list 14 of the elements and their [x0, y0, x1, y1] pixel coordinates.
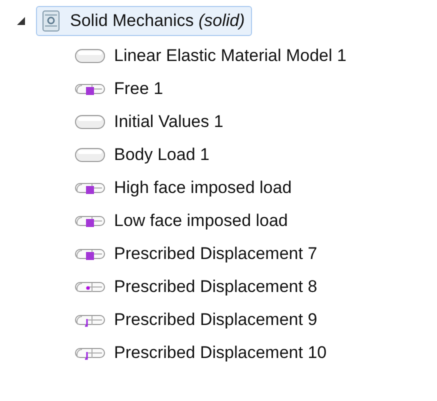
- node-label: Solid Mechanics (solid): [70, 10, 245, 32]
- physics-icon: [40, 9, 62, 33]
- tree-node[interactable]: Solid Mechanics (solid): [36, 6, 252, 36]
- node-label[interactable]: Prescribed Displacement 10: [114, 340, 327, 366]
- node-label[interactable]: Prescribed Displacement 8: [114, 274, 318, 300]
- node-label[interactable]: High face imposed load: [114, 174, 292, 200]
- node-label[interactable]: Low face imposed load: [114, 208, 288, 234]
- expand-arrow-icon[interactable]: [16, 16, 26, 26]
- node-label[interactable]: Prescribed Displacement 7: [114, 240, 318, 266]
- node-label[interactable]: Prescribed Displacement 9: [114, 306, 318, 332]
- node-label[interactable]: Body Load 1: [114, 142, 210, 168]
- node-label[interactable]: Initial Values 1: [114, 108, 224, 134]
- node-label[interactable]: Linear Elastic Material Model 1: [114, 42, 346, 68]
- node-label[interactable]: Free 1: [114, 76, 164, 102]
